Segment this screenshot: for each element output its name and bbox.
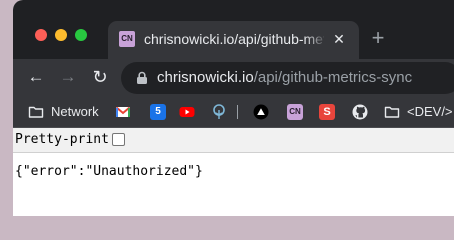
back-arrow-icon[interactable]: ← [26,67,46,87]
calendar-icon[interactable]: 5 [150,104,166,120]
pretty-print-checkbox[interactable] [112,133,125,146]
bookmark-dev[interactable]: <DEV/> [407,103,453,121]
address-bar[interactable]: chrisnowicki.io/api/github-metrics-sync [121,62,454,94]
window-maximize-button[interactable] [75,29,87,41]
url-path: /api/github-metrics-sync [253,69,413,86]
s-icon[interactable]: S [319,104,335,120]
gmail-icon[interactable] [115,104,131,120]
forward-arrow-icon[interactable]: → [58,67,78,87]
vercel-icon[interactable] [253,104,269,120]
url-text[interactable]: chrisnowicki.io/api/github-metrics-sync [157,69,412,86]
active-tab[interactable]: CN chrisnowicki.io/api/github-metrics-sy… [108,21,359,59]
new-tab-button[interactable]: + [368,27,388,49]
window-close-button[interactable] [35,29,47,41]
tree-icon[interactable] [211,104,227,120]
url-host: chrisnowicki.io [157,69,254,86]
pretty-print-label: Pretty-print [15,132,109,147]
lock-icon[interactable] [135,71,149,85]
window-minimize-button[interactable] [55,29,67,41]
json-response-text: {"error":"Unauthorized"} [15,164,203,179]
tab-favicon-icon: CN [119,31,135,47]
tab-strip: CN chrisnowicki.io/api/github-metrics-sy… [13,0,454,59]
folder-icon[interactable] [384,103,400,121]
toolbar: ← → ↻ chrisnowicki.io/api/github-metrics… [13,59,454,97]
tab-title-fade [304,29,328,51]
browser-window: CN chrisnowicki.io/api/github-metrics-sy… [13,0,454,216]
pretty-print-bar: Pretty-print [13,128,454,153]
cn-icon[interactable]: CN [287,104,303,120]
folder-icon[interactable] [28,103,44,121]
tab-title: chrisnowicki.io/api/github-metrics-sync [144,31,324,47]
youtube-icon[interactable] [179,104,195,120]
github-icon[interactable] [352,104,368,120]
close-icon[interactable]: ✕ [331,31,347,47]
bookmarks-bar: Network 5 CN S <DEV/> [13,97,454,127]
reload-icon[interactable]: ↻ [90,67,110,87]
bookmarks-separator [237,105,238,119]
bookmark-network[interactable]: Network [51,103,99,121]
